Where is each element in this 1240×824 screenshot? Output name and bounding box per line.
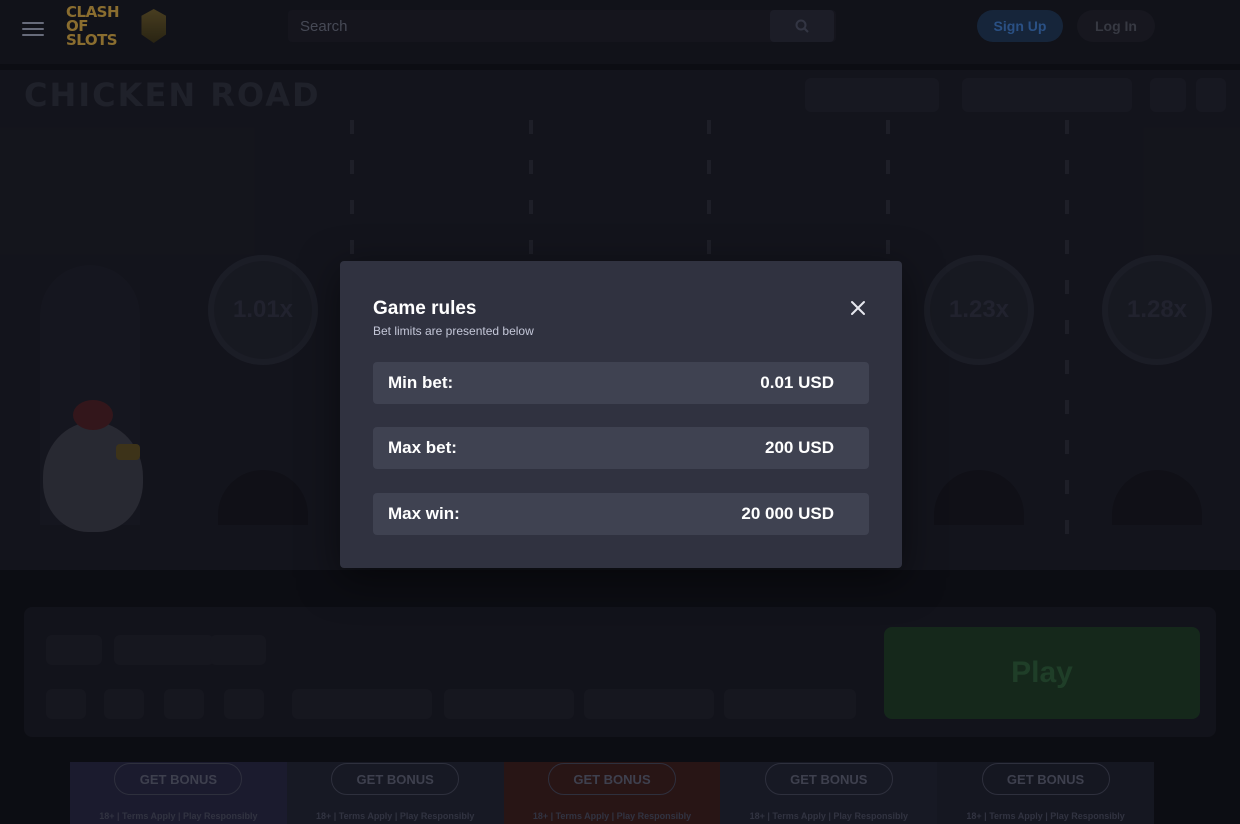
page: Clashof Slots Sign Up Log In CHICKEN ROA…	[0, 0, 1240, 824]
rule-value: 0.01 USD	[760, 373, 834, 392]
rule-label: Min bet:	[388, 373, 454, 392]
rule-label: Max bet:	[388, 438, 457, 457]
modal-subtitle: Bet limits are presented below	[373, 324, 534, 338]
rule-value: 20 000 USD	[741, 504, 834, 523]
max-bet-row: Max bet: 200 USD	[373, 427, 869, 469]
game-rules-modal: Game rules Bet limits are presented belo…	[340, 261, 902, 568]
min-bet-row: Min bet: 0.01 USD	[373, 362, 869, 404]
close-icon[interactable]	[847, 297, 869, 319]
max-win-row: Max win: 20 000 USD	[373, 493, 869, 535]
rule-label: Max win:	[388, 504, 460, 523]
rule-value: 200 USD	[765, 438, 834, 457]
modal-title: Game rules	[373, 298, 477, 319]
